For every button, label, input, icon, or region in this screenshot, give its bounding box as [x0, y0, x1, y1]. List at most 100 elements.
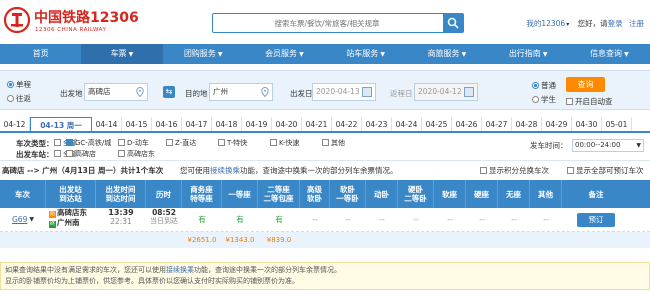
date-tab[interactable]: 04-21 — [302, 117, 332, 131]
type-other-checkbox[interactable]: 其他 — [322, 138, 345, 148]
nav-tickets[interactable]: 车票 ▼ — [81, 44, 163, 64]
date-tab[interactable]: 04-22 — [332, 117, 362, 131]
chevron-down-icon: ▼ — [29, 216, 34, 223]
col-duration[interactable]: 历时 — [146, 180, 182, 208]
station-gbd-east-checkbox[interactable]: 高碑店东 — [118, 149, 155, 159]
query-button[interactable]: 查询 — [566, 77, 605, 92]
notice-transfer-link[interactable]: 接续换乘 — [166, 266, 194, 274]
one-way-radio[interactable]: 单程 — [7, 79, 31, 90]
col-times[interactable]: 出发时间 到达时间 — [96, 180, 146, 208]
to-station-name[interactable]: 广州南 — [57, 218, 80, 227]
search-input[interactable] — [215, 15, 439, 31]
transfer-link[interactable]: 接续换乘 — [210, 166, 240, 175]
date-tab[interactable]: 04-15 — [122, 117, 152, 131]
book-button[interactable]: 预订 — [577, 212, 615, 227]
normal-ticket-radio[interactable]: 普通 — [532, 80, 556, 91]
nav-member-service[interactable]: 会员服务 ▼ — [244, 44, 325, 64]
col-stations[interactable]: 出发站 到达站 — [46, 180, 96, 208]
main-nav: 首页 车票 ▼ 团购服务 ▼ 会员服务 ▼ 站车服务 ▼ 商旅服务 ▼ 出行指南 ▼ 信息查… — [0, 44, 650, 64]
nav-label: 站车服务 — [346, 49, 379, 58]
round-trip-radio[interactable]: 往返 — [7, 93, 31, 104]
date-tab[interactable]: 04-29 — [542, 117, 572, 131]
radio-dot — [532, 96, 539, 103]
nav-travel-guide[interactable]: 出行指南 ▼ — [488, 44, 569, 64]
calendar-icon[interactable] — [362, 87, 372, 97]
station-gbd-checkbox[interactable]: 高碑店 — [66, 149, 96, 159]
type-t-checkbox[interactable]: T-特快 — [218, 138, 247, 148]
return-date-input[interactable]: 2020-04-12 — [414, 83, 478, 101]
date-tab[interactable]: 05-01 — [602, 117, 632, 131]
price-row-spacer — [0, 232, 182, 248]
date-tab[interactable]: 04-25 — [422, 117, 452, 131]
from-station-name[interactable]: 高碑店东 — [57, 208, 87, 217]
swap-stations-button[interactable]: ⇆ — [163, 86, 175, 98]
date-tab[interactable]: 04-20 — [272, 117, 302, 131]
return-date-label: 返程日 — [390, 89, 413, 98]
notice-line-2: 显示的卧铺票价均为上铺票价，供您参考。具体票价以您确认支付时实际购买的铺别票价为… — [5, 277, 299, 285]
depart-date-input[interactable]: 2020-04-13 — [312, 83, 376, 101]
site-logo[interactable]: 中国铁路12306 12306 CHINA RAILWAY — [4, 5, 154, 39]
register-link[interactable]: 注册 — [629, 19, 644, 28]
checkbox-box — [218, 139, 225, 146]
type-k-checkbox[interactable]: K-快速 — [270, 138, 299, 148]
location-pin-icon — [136, 87, 144, 97]
date-tab[interactable]: 04-30 — [572, 117, 602, 131]
duration-value: 08:52 — [152, 208, 176, 217]
nav-station-service[interactable]: 站车服务 ▼ — [325, 44, 406, 64]
train-number-link[interactable]: G69 — [12, 215, 27, 224]
no-seat-availability: -- — [511, 215, 517, 224]
type-z-checkbox[interactable]: Z-直达 — [166, 138, 196, 148]
to-station-input[interactable]: 广州 — [209, 83, 273, 101]
auto-query-checkbox[interactable]: 开启自动查 — [566, 96, 613, 107]
date-tab[interactable]: 04-17 — [182, 117, 212, 131]
col-moving-sleeper: 动卧 — [366, 180, 398, 208]
checkbox-box — [322, 139, 329, 146]
first-class-availability[interactable]: 有 — [222, 208, 258, 231]
date-tab[interactable]: 04-28 — [512, 117, 542, 131]
depart-time-label: 发车时间： — [530, 141, 568, 150]
student-ticket-radio[interactable]: 学生 — [532, 94, 556, 105]
depart-time-select[interactable]: 00:00--24:00 ▼ — [572, 139, 644, 152]
type-d-checkbox[interactable]: D-动车 — [118, 138, 149, 148]
col-train[interactable]: 车次 — [0, 180, 46, 208]
nav-group-service[interactable]: 团购服务 ▼ — [163, 44, 244, 64]
date-tab[interactable]: 04-12 — [0, 117, 30, 131]
other-availability: -- — [543, 215, 549, 224]
one-way-label: 单程 — [16, 80, 31, 89]
my-account-link[interactable]: 我的12306 — [526, 19, 565, 28]
moving-sleeper-availability: -- — [379, 215, 385, 224]
nav-label: 团购服务 — [183, 49, 216, 58]
nav-business-travel[interactable]: 商旅服务 ▼ — [406, 44, 487, 64]
date-tab[interactable]: 04-16 — [152, 117, 182, 131]
date-tab-selected[interactable]: 04-13 周一 — [30, 117, 92, 131]
from-station-input[interactable]: 高碑店 — [84, 83, 148, 101]
logo-subtext: 12306 CHINA RAILWAY — [35, 27, 107, 33]
nav-home[interactable]: 首页 — [0, 44, 81, 64]
business-price: ¥2651.0 — [187, 236, 217, 244]
business-seat-availability[interactable]: 有 — [182, 208, 222, 231]
show-points-checkbox[interactable]: 显示积分兑换车次 — [480, 165, 549, 176]
search-icon — [447, 17, 459, 29]
radio-dot — [7, 81, 14, 88]
date-tab[interactable]: 04-27 — [482, 117, 512, 131]
notice-box: 如果查询结果中没有满足需求的车次，您还可以使用接续换乘功能，查询途中换乘一次的部… — [0, 262, 650, 290]
date-tab[interactable]: 04-24 — [392, 117, 422, 131]
return-date-value: 2020-04-12 — [418, 87, 462, 96]
second-class-availability[interactable]: 有 — [258, 208, 300, 231]
search-button[interactable] — [443, 14, 463, 32]
round-trip-label: 往返 — [16, 94, 31, 103]
type-gc-checkbox[interactable]: GC-高铁/城 — [66, 138, 111, 148]
transfer-tip: 您可使用接续换乘功能，查询途中换乘一次的部分列车余票情况。 — [180, 165, 398, 176]
date-tab[interactable]: 04-18 — [212, 117, 242, 131]
date-tab[interactable]: 04-14 — [92, 117, 122, 131]
show-all-checkbox[interactable]: 显示全部可预订车次 — [567, 165, 644, 176]
date-tab[interactable]: 04-26 — [452, 117, 482, 131]
col-second: 二等座 二等包座 — [258, 180, 300, 208]
date-tab[interactable]: 04-19 — [242, 117, 272, 131]
site-search — [212, 13, 464, 33]
date-tab[interactable]: 04-23 — [362, 117, 392, 131]
chevron-down-icon: ▼ — [624, 51, 629, 58]
login-link[interactable]: 登录 — [608, 19, 623, 28]
calendar-icon[interactable] — [464, 87, 474, 97]
nav-info-query[interactable]: 信息查询 ▼ — [569, 44, 650, 64]
